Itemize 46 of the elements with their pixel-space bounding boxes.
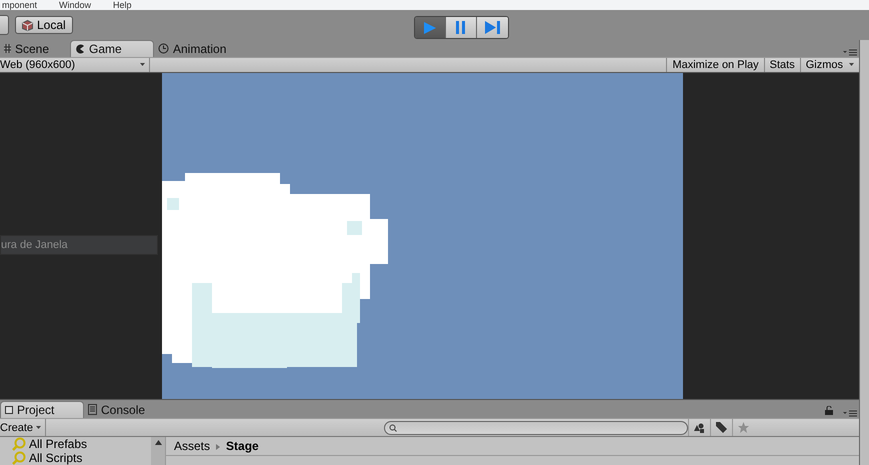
menu-icon[interactable] (843, 410, 857, 417)
tab[interactable]: Console (84, 401, 166, 418)
menu-item[interactable]: Window (59, 0, 92, 10)
dropdown-arrow-icon (36, 426, 42, 429)
play-button[interactable] (415, 17, 446, 38)
tab[interactable]: Game (70, 40, 154, 57)
play-icon (423, 20, 437, 34)
tag-icon (716, 422, 728, 433)
search-field[interactable] (384, 420, 688, 434)
pause-button[interactable] (446, 17, 477, 38)
tab[interactable]: Animation (154, 40, 236, 57)
search-icon (12, 451, 26, 465)
folder-icon (5, 406, 13, 414)
clock-icon (158, 43, 169, 54)
pacman-icon (75, 44, 85, 54)
grid-icon (4, 44, 11, 53)
toggle-button[interactable]: Stats (764, 58, 800, 72)
pause-icon (456, 21, 466, 34)
resolution-dropdown[interactable]: Web (960x600) (0, 58, 150, 72)
search-icon (12, 437, 26, 451)
menu-icon[interactable] (843, 49, 857, 56)
scroll-up-icon (154, 440, 162, 445)
pivot-button[interactable]: Local (15, 16, 73, 34)
lock-icon[interactable] (825, 406, 833, 415)
scrollbar[interactable] (151, 437, 166, 465)
step-forward-icon (485, 21, 500, 34)
breadcrumb-arrow-icon (216, 444, 220, 450)
search-icon (389, 424, 398, 432)
dropdown-arrow-icon (849, 63, 854, 66)
favorite-item[interactable]: All Prefabs (12, 437, 151, 451)
tool-button[interactable] (0, 15, 9, 35)
dropdown-arrow-icon (140, 63, 145, 66)
document-icon (88, 404, 97, 415)
breadcrumb-item[interactable]: Stage (226, 439, 259, 453)
tab[interactable]: Project (0, 401, 84, 418)
cube-icon (22, 20, 33, 30)
shapes-icon (694, 422, 706, 432)
menu-item[interactable]: mponent (2, 0, 38, 10)
toggle-button[interactable]: Maximize on Play (666, 58, 764, 72)
star-icon (738, 422, 750, 433)
favorite-item[interactable]: All Scripts (12, 451, 151, 465)
create-dropdown[interactable]: Create (0, 419, 46, 436)
tab[interactable]: Scene (0, 40, 70, 57)
menu-item[interactable]: Help (113, 0, 132, 10)
step-button[interactable] (477, 17, 508, 38)
breadcrumb-item[interactable]: Assets (174, 439, 210, 453)
